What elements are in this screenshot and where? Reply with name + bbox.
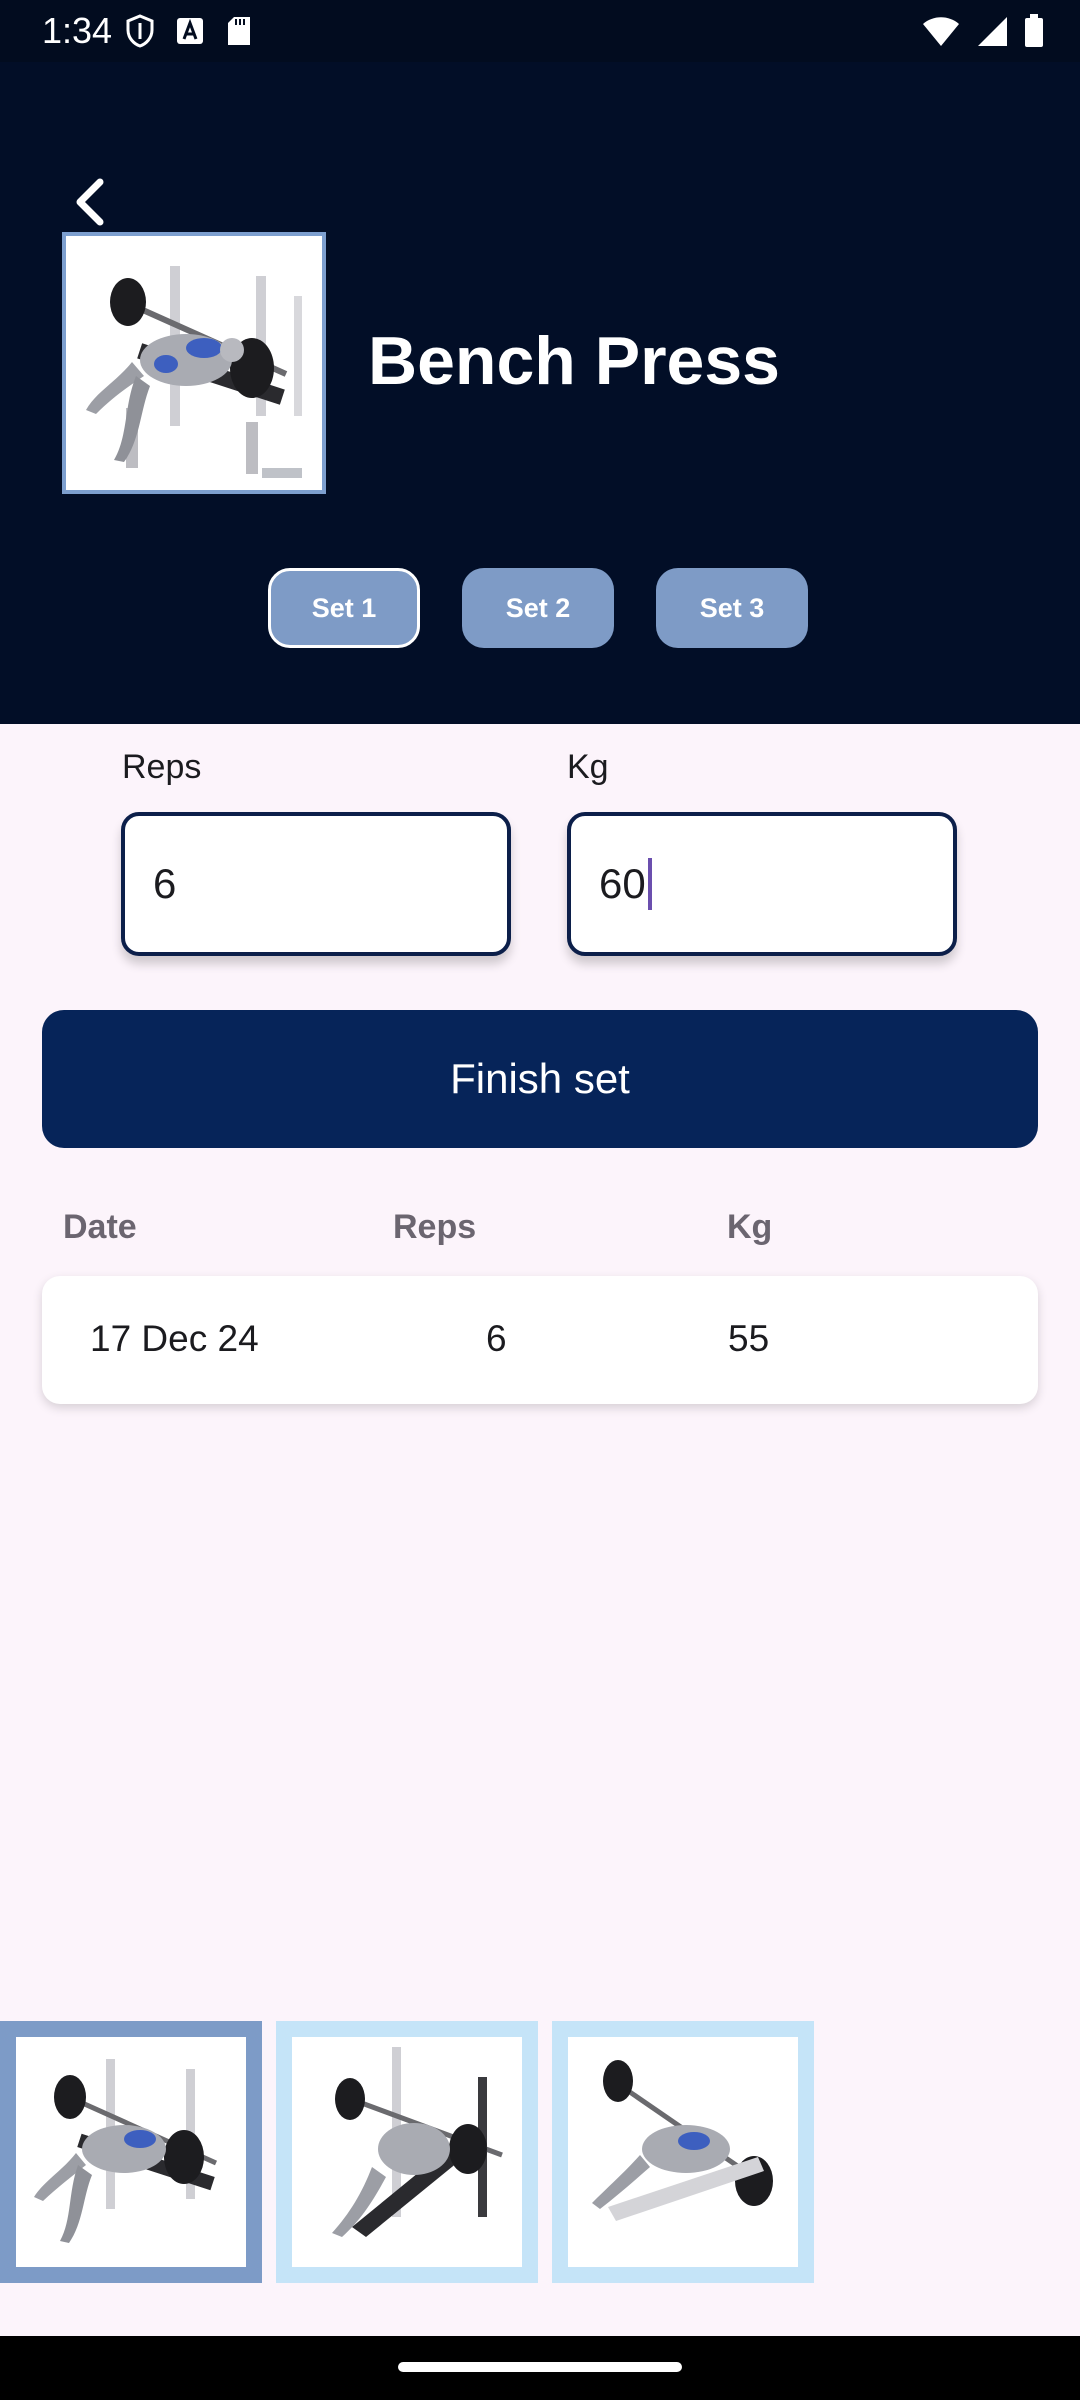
text-caret bbox=[647, 858, 652, 910]
reps-input[interactable]: 6 bbox=[121, 812, 511, 956]
kg-label: Kg bbox=[567, 748, 609, 786]
exercise-title: Bench Press bbox=[368, 323, 780, 399]
status-bar: 1:34 bbox=[0, 0, 1080, 62]
shield-icon bbox=[126, 14, 154, 48]
system-nav-bar bbox=[0, 2336, 1080, 2400]
finish-set-button[interactable]: Finish set bbox=[42, 1010, 1038, 1148]
incline-bench-press-illustration bbox=[332, 2047, 503, 2237]
chevron-left-icon bbox=[76, 178, 104, 226]
reps-value: 6 bbox=[153, 860, 177, 907]
reps-label: Reps bbox=[122, 748, 202, 786]
history-row: 17 Dec 24 6 55 bbox=[42, 1276, 1038, 1404]
battery-icon bbox=[1025, 14, 1043, 47]
kg-input[interactable]: 60 bbox=[567, 812, 957, 956]
history-row-date: 17 Dec 24 bbox=[90, 1318, 259, 1359]
bench-press-illustration bbox=[86, 266, 302, 478]
flat-bench-press-illustration bbox=[34, 2059, 218, 2243]
history-header-kg: Kg bbox=[727, 1208, 773, 1246]
history-header-date: Date bbox=[63, 1208, 137, 1246]
signal-icon bbox=[978, 17, 1007, 46]
history-row-kg: 55 bbox=[728, 1318, 770, 1359]
set-3-button[interactable]: Set 3 bbox=[656, 568, 808, 648]
wifi-icon bbox=[923, 17, 959, 46]
text-a-icon bbox=[177, 18, 203, 44]
variant-thumb-decline[interactable] bbox=[552, 2021, 814, 2283]
set-1-button[interactable]: Set 1 bbox=[268, 568, 420, 648]
history-row-reps: 6 bbox=[486, 1318, 507, 1359]
status-time: 1:34 bbox=[42, 10, 113, 51]
home-gesture-handle[interactable] bbox=[398, 2362, 682, 2372]
decline-bench-press-illustration bbox=[592, 2060, 773, 2221]
variant-thumb-flat[interactable] bbox=[0, 2021, 262, 2283]
sd-card-icon bbox=[228, 17, 250, 45]
history-header-reps: Reps bbox=[393, 1208, 477, 1246]
kg-value: 60 bbox=[599, 860, 646, 907]
exercise-image bbox=[62, 232, 326, 494]
set-2-button[interactable]: Set 2 bbox=[462, 568, 614, 648]
back-button[interactable] bbox=[60, 172, 120, 232]
variant-thumb-incline[interactable] bbox=[276, 2021, 538, 2283]
exercise-variant-strip bbox=[0, 2021, 814, 2283]
status-system-icons bbox=[922, 14, 1044, 48]
status-notification-icons bbox=[126, 14, 252, 48]
set-selector: Set 1 Set 2 Set 3 bbox=[268, 568, 808, 648]
